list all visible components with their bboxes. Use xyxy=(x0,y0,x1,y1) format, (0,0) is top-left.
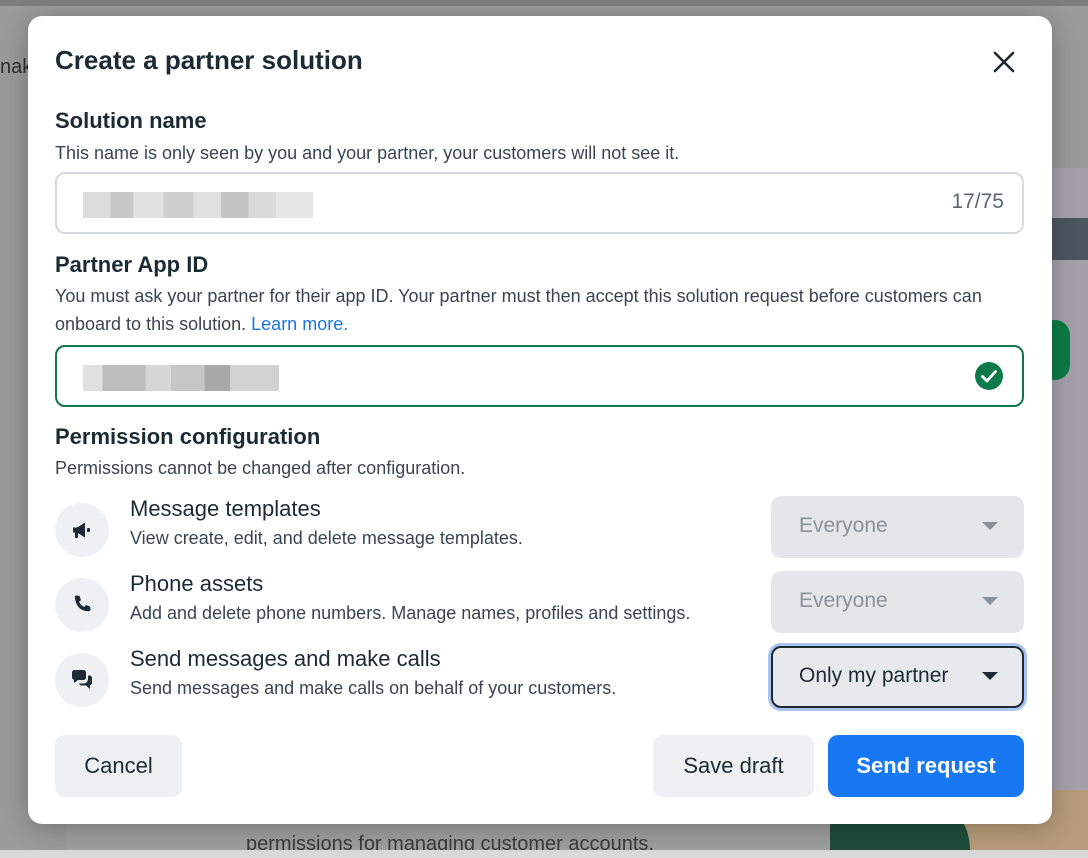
solution-name-input[interactable]: 17/75 xyxy=(55,172,1024,234)
permission-name: Send messages and make calls xyxy=(130,646,441,671)
send-request-button[interactable]: Send request xyxy=(828,735,1024,797)
permission-configuration-description: Permissions cannot be changed after conf… xyxy=(55,458,466,478)
redacted-value xyxy=(83,365,279,391)
caret-down-icon xyxy=(982,597,998,605)
character-counter: 17/75 xyxy=(951,190,1004,213)
permission-description: Add and delete phone numbers. Manage nam… xyxy=(130,603,691,623)
partner-app-id-title: Partner App ID xyxy=(55,252,209,277)
caret-down-icon xyxy=(982,672,998,680)
permission-name: Message templates xyxy=(130,496,321,521)
permission-icon-container xyxy=(55,503,109,557)
permission-configuration-title: Permission configuration xyxy=(55,424,321,449)
learn-more-link[interactable]: Learn more. xyxy=(251,314,348,334)
close-button[interactable] xyxy=(986,44,1022,80)
phone-assets-select[interactable]: Everyone xyxy=(771,571,1024,633)
solution-name-description: This name is only seen by you and your p… xyxy=(55,143,680,163)
megaphone-icon xyxy=(73,522,90,538)
permission-row-send-messages: Send messages and make calls Send messag… xyxy=(55,646,1024,712)
partner-app-id-description-text: You must ask your partner for their app … xyxy=(55,286,982,334)
permission-row-message-templates: Message templates View create, edit, and… xyxy=(55,496,1024,562)
caret-down-icon xyxy=(982,522,998,530)
chat-bubbles-icon xyxy=(72,670,92,689)
create-partner-solution-dialog: Create a partner solution Solution name … xyxy=(28,16,1052,824)
partner-app-id-input[interactable] xyxy=(55,345,1024,407)
select-value: Everyone xyxy=(799,589,888,612)
select-value: Everyone xyxy=(799,514,888,537)
background-top-strip xyxy=(0,0,1088,6)
close-icon xyxy=(993,51,1015,73)
background-bottom-edge xyxy=(0,850,1088,858)
send-messages-select[interactable]: Only my partner xyxy=(771,646,1024,708)
dialog-title: Create a partner solution xyxy=(55,45,363,75)
select-value: Only my partner xyxy=(799,664,949,687)
permission-description: Send messages and make calls on behalf o… xyxy=(130,678,617,698)
cancel-button[interactable]: Cancel xyxy=(55,735,182,797)
background-right-band xyxy=(1052,218,1088,260)
permission-description: View create, edit, and delete message te… xyxy=(130,528,523,548)
permission-icon-container xyxy=(55,578,109,632)
background-right-panel xyxy=(1052,168,1088,858)
permission-name: Phone assets xyxy=(130,571,264,596)
save-draft-button[interactable]: Save draft xyxy=(653,735,814,797)
permission-row-phone-assets: Phone assets Add and delete phone number… xyxy=(55,571,1024,637)
phone-icon xyxy=(74,595,91,612)
partner-app-id-description: You must ask your partner for their app … xyxy=(55,282,995,338)
redacted-value xyxy=(83,192,313,218)
permission-icon-container xyxy=(55,653,109,707)
message-templates-select[interactable]: Everyone xyxy=(771,496,1024,558)
solution-name-title: Solution name xyxy=(55,108,207,133)
check-circle-icon xyxy=(975,362,1003,390)
